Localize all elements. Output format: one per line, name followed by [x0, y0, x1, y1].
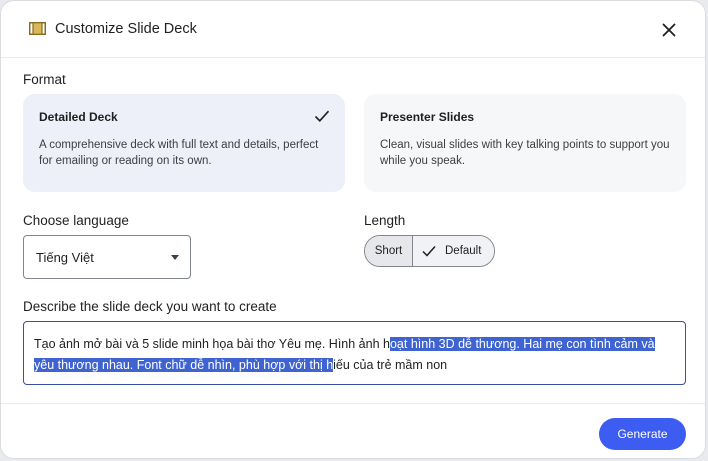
close-icon[interactable]: [657, 18, 681, 42]
dialog-header: Customize Slide Deck: [1, 1, 705, 58]
language-selected-value: Tiếng Việt: [36, 250, 94, 265]
length-label: Length: [364, 213, 406, 228]
language-select[interactable]: Tiếng Việt: [23, 235, 191, 279]
footer-divider: [1, 403, 705, 404]
length-option-label: Default: [445, 245, 482, 257]
slide-deck-icon: [29, 22, 46, 35]
format-option-title: Detailed Deck: [39, 110, 118, 124]
format-option-detailed-deck[interactable]: Detailed Deck A comprehensive deck with …: [23, 94, 345, 192]
format-option-description: Clean, visual slides with key talking po…: [380, 139, 670, 167]
dropdown-arrow-icon: [171, 255, 179, 260]
description-text-part: Tạo ảnh mở bài và 5 slide minh họa bài t…: [34, 337, 390, 351]
generate-button[interactable]: Generate: [599, 418, 686, 450]
format-label: Format: [23, 72, 66, 87]
dialog-title: Customize Slide Deck: [55, 21, 197, 37]
description-textarea[interactable]: Tạo ảnh mở bài và 5 slide minh họa bài t…: [23, 321, 686, 385]
check-icon: [422, 246, 436, 257]
length-option-label: Short: [374, 245, 403, 257]
format-option-title: Presenter Slides: [380, 110, 475, 124]
language-label: Choose language: [23, 213, 129, 228]
length-option-default[interactable]: Default: [413, 236, 494, 266]
format-option-description: A comprehensive deck with full text and …: [39, 139, 319, 167]
check-icon: [314, 110, 330, 122]
customize-slide-deck-dialog: Customize Slide Deck Format Detailed Dec…: [0, 0, 706, 459]
format-option-presenter-slides[interactable]: Presenter Slides Clean, visual slides wi…: [364, 94, 686, 192]
length-segmented-control: Short Default: [364, 235, 495, 267]
description-label: Describe the slide deck you want to crea…: [23, 299, 277, 314]
length-option-short[interactable]: Short: [365, 236, 413, 266]
description-text-part: iếu của trẻ mầm non: [333, 358, 448, 372]
description-text[interactable]: Tạo ảnh mở bài và 5 slide minh họa bài t…: [34, 334, 678, 376]
